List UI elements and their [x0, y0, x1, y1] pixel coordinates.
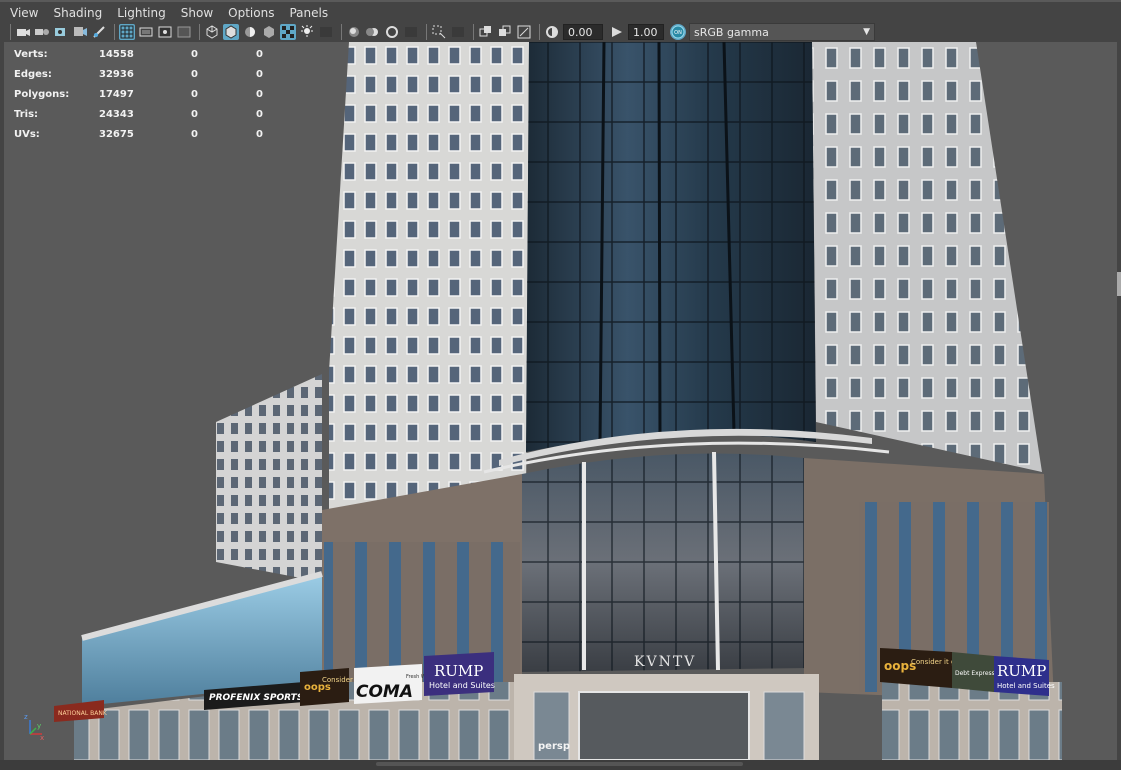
camera-attributes-icon[interactable] — [34, 24, 50, 40]
hud-row-verts: Verts: 14558 0 0 — [14, 44, 263, 64]
gamma-icon[interactable] — [609, 24, 625, 40]
hud-value: 0 — [256, 128, 263, 140]
hud-value: 0 — [256, 68, 263, 80]
film-gate-icon[interactable] — [138, 24, 154, 40]
color-management-icon[interactable]: ON — [670, 24, 686, 40]
select-camera-icon[interactable] — [15, 24, 31, 40]
shadows-icon[interactable] — [318, 24, 334, 40]
sign-rump-right-sub: Hotel and Suites — [997, 682, 1055, 690]
hud-value: 32936 — [99, 68, 134, 80]
gate-mask-icon[interactable] — [176, 24, 192, 40]
sign-kvntv-text: KVNTV — [634, 654, 696, 670]
hud-value: 32675 — [99, 128, 134, 140]
screen-space-ao-icon[interactable] — [346, 24, 362, 40]
hud-row-polygons: Polygons: 17497 0 0 — [14, 84, 263, 104]
axis-y-label: y — [37, 722, 41, 730]
menu-show[interactable]: Show — [181, 6, 213, 20]
xray-icon[interactable] — [450, 24, 466, 40]
textured-icon[interactable] — [280, 24, 296, 40]
exposure-field[interactable]: 0.00 — [563, 24, 603, 40]
grid-icon[interactable] — [119, 24, 135, 40]
hud-value: 14558 — [99, 48, 134, 60]
toolbar-separator — [341, 24, 342, 40]
color-space-dropdown[interactable]: sRGB gamma ▼ — [689, 23, 875, 41]
menu-shading[interactable]: Shading — [53, 6, 102, 20]
menu-lighting[interactable]: Lighting — [117, 6, 166, 20]
hud-label: Edges: — [14, 68, 52, 80]
anti-aliasing-icon[interactable] — [384, 24, 400, 40]
right-tower-face — [812, 42, 1042, 472]
xray-active-components-icon[interactable] — [497, 24, 513, 40]
chevron-down-icon: ▼ — [863, 27, 870, 37]
sign-rump-left-title: RUMP — [434, 662, 483, 680]
hud-label: Verts: — [14, 48, 48, 60]
exposure-icon[interactable] — [544, 24, 560, 40]
depth-toggle-icon[interactable] — [516, 24, 532, 40]
hud-value: 0 — [191, 128, 198, 140]
hud-label: UVs: — [14, 128, 40, 140]
toolbar-separator — [199, 24, 200, 40]
sign-rump-right: RUMP Hotel and Suites — [994, 656, 1055, 696]
axis-gizmo: z y x — [24, 713, 44, 740]
poly-count-hud: Verts: 14558 0 0 Edges: 32936 0 0 Polygo… — [14, 44, 263, 144]
sign-kvntv: KVNTV — [634, 654, 696, 670]
sign-rump-left: RUMP Hotel and Suites — [424, 652, 495, 696]
hud-value: 17497 — [99, 88, 134, 100]
panel-resize-handle[interactable] — [1117, 272, 1121, 296]
use-all-lights-icon[interactable] — [299, 24, 315, 40]
gamma-field[interactable]: 1.00 — [628, 24, 664, 40]
axis-z-label: z — [24, 713, 28, 721]
sign-debt-express: Debt Express — [952, 652, 995, 692]
hud-label: Polygons: — [14, 88, 70, 100]
menu-options[interactable]: Options — [228, 6, 274, 20]
camera-name-label: persp — [538, 741, 570, 752]
toolbar-separator — [114, 24, 115, 40]
sign-rump-left-sub: Hotel and Suites — [429, 681, 495, 690]
isolate-select-icon[interactable] — [431, 24, 447, 40]
toolbar-separator — [473, 24, 474, 40]
hud-value: 0 — [191, 48, 198, 60]
smooth-shade-icon[interactable] — [223, 24, 239, 40]
hud-label: Tris: — [14, 108, 39, 120]
hud-value: 0 — [256, 108, 263, 120]
scrollbar[interactable] — [376, 762, 743, 766]
image-plane-icon[interactable] — [72, 24, 88, 40]
svg-text:ON: ON — [674, 30, 682, 36]
scene-render: NATIONAL BANK PROFENIX SPORTSWEAR oops C… — [54, 42, 1062, 760]
viewport-menubar: View Shading Lighting Show Options Panel… — [0, 0, 1121, 24]
hud-row-uvs: UVs: 32675 0 0 — [14, 124, 263, 144]
2d-pan-zoom-icon[interactable] — [91, 24, 107, 40]
3d-viewport[interactable]: NATIONAL BANK PROFENIX SPORTSWEAR oops C… — [4, 42, 1117, 760]
resolution-gate-icon[interactable] — [157, 24, 173, 40]
bookmarks-icon[interactable] — [53, 24, 69, 40]
hud-value: 0 — [256, 88, 263, 100]
menu-panels[interactable]: Panels — [289, 6, 328, 20]
panel-toolbar: 0.00 1.00 ON sRGB gamma ▼ — [0, 22, 1121, 42]
hud-value: 0 — [191, 88, 198, 100]
sign-debt-text: Debt Express — [955, 670, 995, 677]
toolbar-separator — [426, 24, 427, 40]
sign-coma-text: COMA — [356, 682, 413, 702]
back-building — [216, 374, 322, 582]
color-space-value: sRGB gamma — [694, 25, 769, 39]
hud-value: 24343 — [99, 108, 134, 120]
menu-view[interactable]: View — [10, 6, 38, 20]
sign-national-bank-text: NATIONAL BANK — [58, 710, 108, 717]
toolbar-separator — [10, 24, 11, 40]
sign-rump-right-title: RUMP — [997, 662, 1046, 680]
default-material-icon[interactable] — [261, 24, 277, 40]
wireframe-icon[interactable] — [204, 24, 220, 40]
motion-blur-icon[interactable] — [365, 24, 381, 40]
hud-row-edges: Edges: 32936 0 0 — [14, 64, 263, 84]
wireframe-on-shaded-icon[interactable] — [242, 24, 258, 40]
toolbar-separator — [539, 24, 540, 40]
xray-joints-icon[interactable] — [478, 24, 494, 40]
hud-row-tris: Tris: 24343 0 0 — [14, 104, 263, 124]
hud-value: 0 — [191, 68, 198, 80]
hud-value: 0 — [256, 48, 263, 60]
axis-x-label: x — [40, 734, 44, 740]
depth-of-field-icon[interactable] — [403, 24, 419, 40]
hud-value: 0 — [191, 108, 198, 120]
